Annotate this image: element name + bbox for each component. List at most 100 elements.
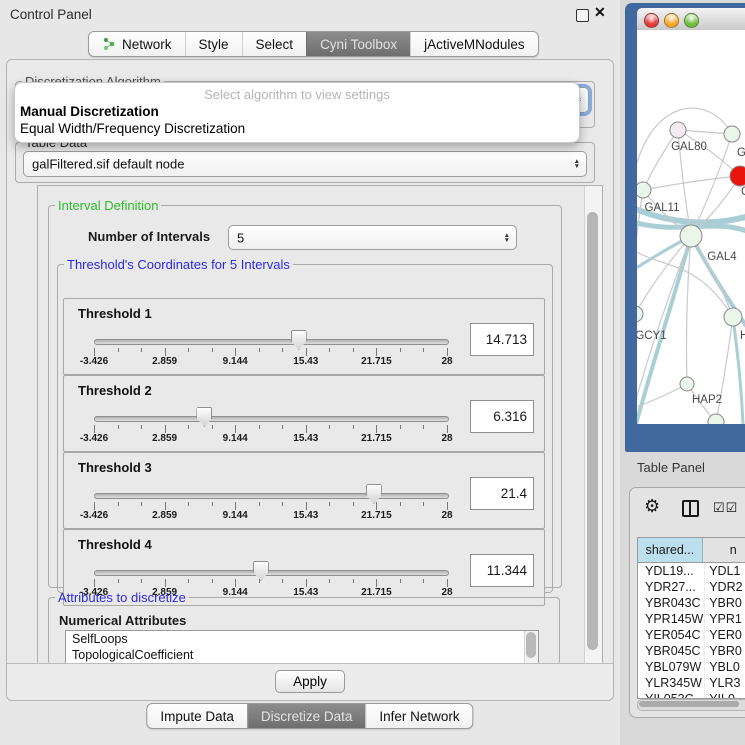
tick-mark	[306, 579, 307, 587]
slider-ticks	[94, 425, 447, 434]
screenshot-root: Control Panel ✕ NetworkStyleSelectCyni T…	[0, 0, 745, 745]
table-row[interactable]: YER054CYER0	[638, 627, 745, 643]
table-row[interactable]: YDR27...YDR2	[638, 579, 745, 595]
list-item[interactable]: SelfLoops	[66, 631, 538, 647]
network-node-g[interactable]	[724, 126, 740, 142]
table-data-combobox[interactable]: galFiltered.sif default node ▲▼	[23, 151, 587, 177]
network-node-gal80[interactable]	[670, 122, 686, 138]
tick-mark	[118, 348, 119, 352]
tick-mark	[212, 502, 213, 506]
tick-label: 28	[441, 433, 452, 444]
node-label-g: G	[737, 147, 745, 159]
tab-label: jActiveMNodules	[424, 37, 525, 52]
network-node-h[interactable]	[724, 308, 742, 326]
column-header-name[interactable]: n	[703, 538, 745, 563]
tick-mark	[188, 579, 189, 583]
table-horizontal-scrollbar[interactable]	[637, 699, 745, 711]
tick-mark	[282, 348, 283, 352]
apply-bar: Apply	[7, 663, 613, 700]
table-row[interactable]: YLR345WYLR3	[638, 675, 745, 691]
table-row[interactable]: YPR145WYPR1	[638, 611, 745, 627]
tab-cyni-toolbox[interactable]: Cyni Toolbox	[306, 32, 410, 56]
tab-style[interactable]: Style	[185, 32, 242, 56]
slider-track[interactable]	[94, 493, 449, 499]
group-title: Interval Definition	[55, 198, 161, 213]
network-node-c[interactable]	[730, 166, 745, 186]
table-row[interactable]: YBL079WYBL0	[638, 659, 745, 675]
close-icon[interactable]: ✕	[594, 4, 606, 21]
cell-shared-name: YBR043C	[638, 595, 705, 611]
cell-name: YBR0	[705, 643, 745, 659]
threshold-value-field[interactable]: 6.316	[470, 400, 534, 433]
tab-select[interactable]: Select	[242, 32, 307, 56]
threshold-box: Threshold 1-3.4262.8599.14415.4321.71528…	[63, 298, 545, 375]
column-view-icon[interactable]	[682, 500, 699, 517]
network-node-gcy1[interactable]	[637, 306, 643, 322]
threshold-value-field[interactable]: 14.713	[470, 323, 534, 356]
panel-vertical-scrollbar[interactable]	[584, 186, 602, 664]
dropdown-item-manual-discretization[interactable]: Manual Discretization	[20, 104, 159, 119]
threshold-box: Threshold 2-3.4262.8599.14415.4321.71528…	[63, 375, 545, 452]
tab-discretize-data[interactable]: Discretize Data	[247, 704, 366, 728]
cell-shared-name: YDR27...	[638, 579, 705, 595]
slider-thumb[interactable]	[291, 330, 307, 350]
tick-mark	[376, 579, 377, 587]
scrollbar-thumb[interactable]	[639, 701, 739, 707]
tab-jactivemnodules[interactable]: jActiveMNodules	[410, 32, 538, 56]
table-panel-title: Table Panel	[637, 460, 705, 475]
tick-mark	[212, 425, 213, 429]
close-traffic-light[interactable]	[644, 13, 659, 28]
network-window-titlebar[interactable]	[637, 8, 745, 31]
tick-mark	[423, 579, 424, 583]
scrollbar-thumb[interactable]	[526, 632, 536, 658]
tab-network[interactable]: Network	[89, 32, 185, 56]
threshold-value-field[interactable]: 11.344	[470, 554, 534, 587]
panel-title: Control Panel	[10, 7, 92, 22]
tick-mark	[141, 502, 142, 506]
tick-label: 2.859	[152, 433, 177, 444]
tab-label: Infer Network	[379, 709, 459, 724]
gear-icon[interactable]: ⚙	[644, 496, 660, 517]
tick-mark	[447, 579, 448, 587]
dropdown-item-equal-width-frequency[interactable]: Equal Width/Frequency Discretization	[20, 121, 245, 136]
apply-button[interactable]: Apply	[275, 670, 345, 693]
float-window-icon[interactable]	[576, 9, 589, 22]
slider-thumb[interactable]	[253, 561, 269, 581]
network-node-gal4[interactable]	[680, 225, 702, 247]
cell-shared-name: YPR145W	[638, 611, 705, 627]
threshold-value-field[interactable]: 21.4	[470, 477, 534, 510]
cell-name: YIL0	[705, 691, 745, 699]
tab-infer-network[interactable]: Infer Network	[365, 704, 472, 728]
scrollbar-thumb[interactable]	[587, 212, 598, 650]
number-of-intervals-combobox[interactable]: 5 ▲▼	[228, 225, 517, 250]
tick-mark	[400, 425, 401, 429]
slider-thumb[interactable]	[196, 407, 212, 427]
network-node-gal11[interactable]	[637, 182, 651, 198]
zoom-traffic-light[interactable]	[684, 13, 699, 28]
cell-name: YDR2	[705, 579, 745, 595]
table-row[interactable]: YBR043CYBR0	[638, 595, 745, 611]
slider-track[interactable]	[94, 416, 449, 422]
network-edge	[643, 176, 740, 190]
network-canvas[interactable]: GAL80GCGAL11GAL4GCY1HHAP2	[637, 30, 745, 424]
list-item[interactable]: TopologicalCoefficient	[66, 647, 538, 663]
tab-label: Discretize Data	[261, 709, 353, 724]
column-header-shared-name[interactable]: shared...	[638, 538, 703, 563]
table-row[interactable]: YDL19...YDL1	[638, 563, 745, 579]
slider-track[interactable]	[94, 339, 449, 345]
minimize-traffic-light[interactable]	[664, 13, 679, 28]
cell-name: YBR0	[705, 595, 745, 611]
slider-track[interactable]	[94, 570, 449, 576]
tick-mark	[259, 502, 260, 506]
table-row[interactable]: YBR045CYBR0	[638, 643, 745, 659]
network-view-window: GAL80GCGAL11GAL4GCY1HHAP2	[625, 3, 745, 452]
tick-mark	[212, 348, 213, 352]
node-label-h: H	[740, 330, 745, 342]
slider-thumb[interactable]	[366, 484, 382, 504]
network-node-hap2[interactable]	[680, 377, 694, 391]
tick-mark	[306, 348, 307, 356]
table-row[interactable]: YIL053CYIL0	[638, 691, 745, 699]
select-columns-icon[interactable]: ☑☑	[713, 500, 738, 516]
tab-impute-data[interactable]: Impute Data	[147, 704, 247, 728]
cyni-toolbox-panel: Discretization Algorithm ▲▼ Table Data g…	[6, 59, 614, 701]
